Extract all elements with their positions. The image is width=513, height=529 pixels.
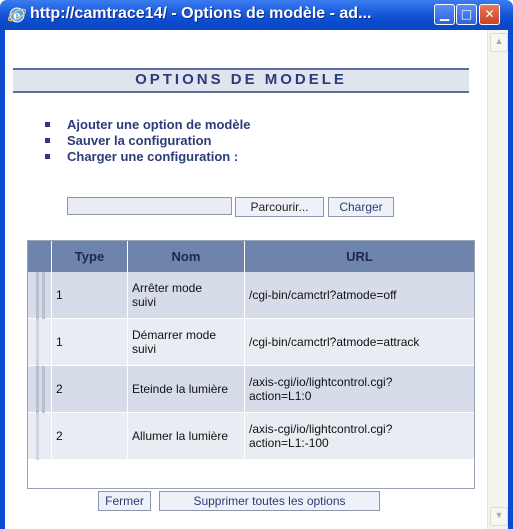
cell-name: Allumer la lumière — [128, 413, 245, 460]
maximize-button[interactable]: □ — [456, 4, 477, 25]
cell-name: Eteinde la lumière — [128, 366, 245, 413]
row-stripe — [42, 366, 45, 413]
link-label: Charger une configuration : — [67, 149, 239, 164]
close-window-button[interactable]: ✕ — [479, 4, 500, 25]
row-marker — [28, 319, 52, 366]
row-stripe — [36, 366, 39, 413]
vertical-scrollbar[interactable]: ▲ ▼ — [487, 30, 508, 529]
row-marker — [28, 272, 52, 319]
heading-rule-top — [13, 68, 469, 70]
load-button[interactable]: Charger — [328, 197, 394, 217]
cell-name: Démarrer mode suivi — [128, 319, 245, 366]
cell-url: /axis-cgi/io/lightcontrol.cgi?action=L1:… — [245, 413, 474, 460]
close-icon: ✕ — [484, 7, 495, 21]
options-table: Type Nom URL 1 Arrêter mode suivi /cgi-b… — [27, 240, 475, 489]
close-button[interactable]: Fermer — [98, 491, 151, 511]
cell-type: 1 — [52, 319, 128, 366]
row-stripe — [36, 272, 39, 319]
row-stripe — [42, 272, 45, 319]
row-marker — [28, 413, 52, 460]
window-title: http://camtrace14/ - Options de modèle -… — [30, 5, 372, 22]
cell-type: 2 — [52, 366, 128, 413]
page-heading: OPTIONS DE MODELE — [135, 71, 347, 88]
row-stripe — [36, 413, 39, 460]
column-header-url: URL — [245, 241, 474, 272]
minimize-button[interactable]: ▁ — [434, 4, 455, 25]
table-header-spacer — [28, 241, 52, 272]
table-row[interactable]: 1 Démarrer mode suivi /cgi-bin/camctrl?a… — [28, 319, 474, 366]
table-row[interactable]: 2 Eteinde la lumière /axis-cgi/io/lightc… — [28, 366, 474, 413]
table-row[interactable]: 1 Arrêter mode suivi /cgi-bin/camctrl?at… — [28, 272, 474, 319]
heading-rule-bottom — [13, 91, 469, 93]
cell-url: /cgi-bin/camctrl?atmode=off — [245, 272, 474, 319]
table-row[interactable]: 2 Allumer la lumière /axis-cgi/io/lightc… — [28, 413, 474, 460]
minimize-icon: ▁ — [439, 7, 450, 21]
delete-all-options-button[interactable]: Supprimer toutes les options — [159, 491, 380, 511]
scroll-up-arrow-icon[interactable]: ▲ — [490, 33, 508, 52]
row-stripe — [36, 319, 39, 366]
link-label[interactable]: Ajouter une option de modèle — [67, 117, 250, 132]
column-header-type: Type — [52, 241, 128, 272]
ie-icon: e — [7, 7, 27, 23]
page-content: OPTIONS DE MODELE Ajouter une option de … — [5, 30, 487, 529]
column-header-name: Nom — [128, 241, 245, 272]
window-title-bar[interactable]: e http://camtrace14/ - Options de modèle… — [0, 0, 513, 30]
window-frame-right — [508, 30, 513, 529]
browse-button[interactable]: Parcourir... — [235, 197, 324, 217]
cell-name: Arrêter mode suivi — [128, 272, 245, 319]
cell-url: /cgi-bin/camctrl?atmode=attrack — [245, 319, 474, 366]
bullet-icon — [45, 122, 50, 127]
cell-type: 1 — [52, 272, 128, 319]
bullet-icon — [45, 138, 50, 143]
bullet-icon — [45, 154, 50, 159]
cell-type: 2 — [52, 413, 128, 460]
maximize-icon: □ — [460, 7, 473, 21]
file-path-input[interactable] — [67, 197, 232, 215]
row-marker — [28, 366, 52, 413]
link-label[interactable]: Sauver la configuration — [67, 133, 211, 148]
scroll-down-arrow-icon[interactable]: ▼ — [490, 507, 508, 526]
cell-url: /axis-cgi/io/lightcontrol.cgi?action=L1:… — [245, 366, 474, 413]
